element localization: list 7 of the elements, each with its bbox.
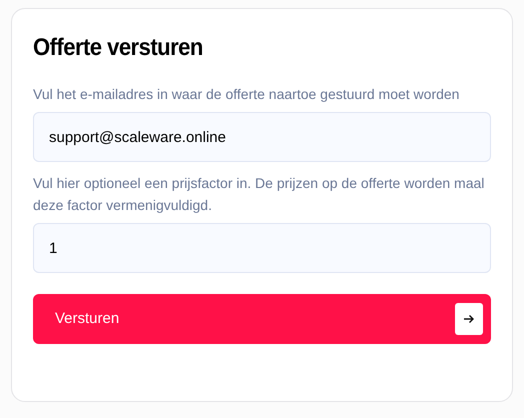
arrow-right-icon [455,303,483,335]
factor-field[interactable]: 1 [33,223,491,273]
form-title: Offerte versturen [33,33,203,63]
submit-button[interactable]: Versturen [33,294,491,344]
field-label: Vul hier optioneel een prijsfactor in. De prijzen op de offerte worden maal deze factor vermenigvuldigd. [33,174,486,215]
email-field[interactable]: support@scaleware.online [33,112,491,162]
field-label: Vul het e-mailadres in waar de offerte naartoe gestuurd moet worden [33,85,460,104]
